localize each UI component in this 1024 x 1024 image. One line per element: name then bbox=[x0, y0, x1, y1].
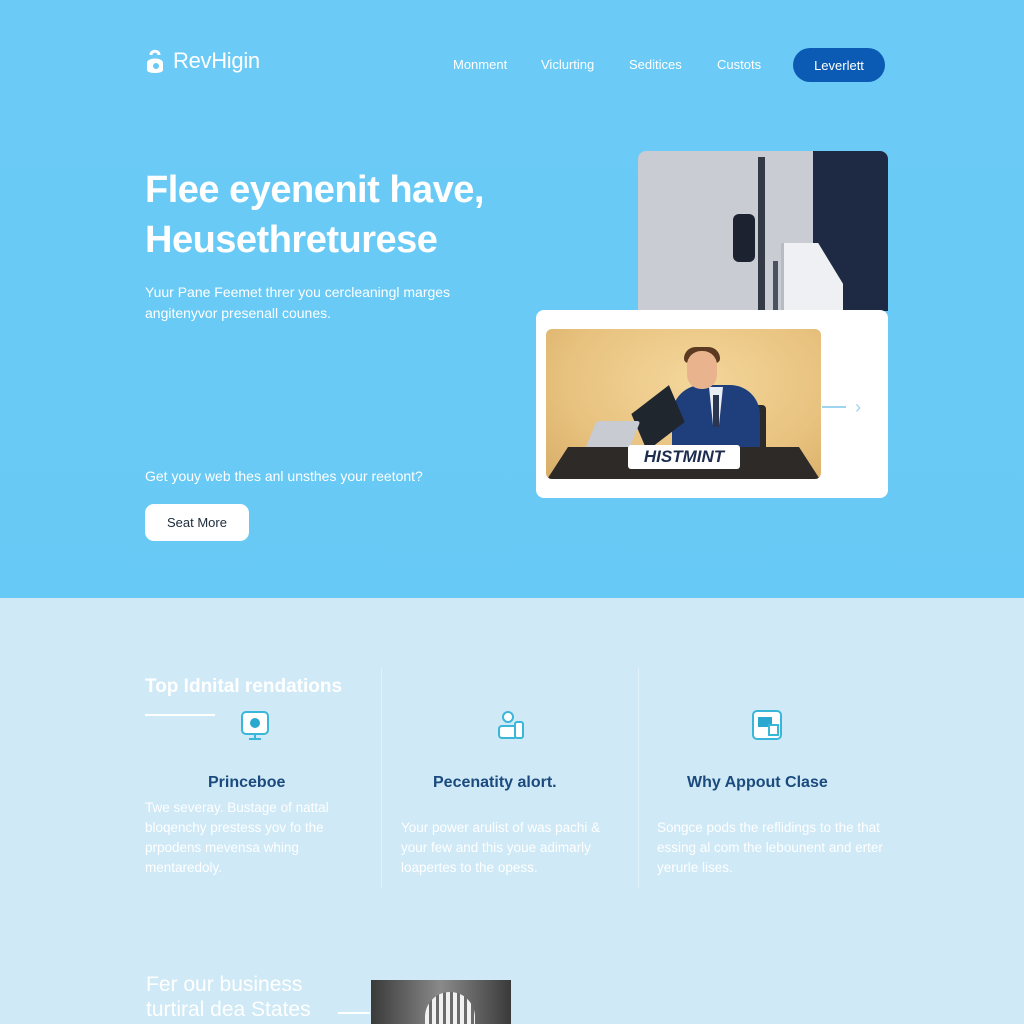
hero-question: Get youy web thes anl unsthes your reeto… bbox=[145, 468, 423, 484]
bottom-title-line-2: turtiral dea States bbox=[146, 998, 311, 1021]
nav-link-4[interactable]: Custots bbox=[717, 57, 761, 72]
brand[interactable]: RevHigin bbox=[144, 46, 260, 76]
carousel-arrow-line bbox=[822, 406, 846, 408]
hero-subtitle: Yuur Pane Feemet threr you cercleaningl … bbox=[145, 284, 451, 321]
hero-title-line-1: Flee eyenenit have, bbox=[145, 169, 485, 211]
bottom-title-dash bbox=[338, 1012, 370, 1014]
brand-name: RevHigin bbox=[173, 48, 260, 73]
image-pole-secondary bbox=[773, 261, 778, 311]
hero-device-image bbox=[638, 151, 888, 311]
image-pole bbox=[758, 157, 765, 311]
column-divider bbox=[638, 668, 639, 888]
features-section: Top Idnital rendations Princeboe Pecenat… bbox=[0, 598, 1024, 1024]
hero-title: Flee eyenenit have, Heusethreturese bbox=[145, 165, 485, 265]
people-icon bbox=[498, 711, 524, 739]
bottom-title-line-1: Fer our business bbox=[146, 973, 303, 996]
hero-section: RevHigin Monment Viclurting Seditices Cu… bbox=[0, 0, 1024, 598]
nav-link-2[interactable]: Viclurting bbox=[541, 57, 594, 72]
feature-body-1: Twe severay. Bustage of nattal bloqenchy… bbox=[145, 800, 329, 875]
capitol-building-photo bbox=[371, 980, 511, 1024]
nav-cta-button[interactable]: Leverlett bbox=[793, 48, 885, 82]
businessman-photo: HISTMINT bbox=[546, 329, 821, 479]
features-title-underline bbox=[145, 714, 215, 716]
chevron-right-icon[interactable]: › bbox=[855, 398, 861, 416]
column-divider bbox=[381, 668, 382, 888]
capitol-dome bbox=[425, 992, 475, 1024]
photo-name-sign: HISTMINT bbox=[628, 445, 740, 469]
brand-logo-icon bbox=[147, 49, 163, 73]
feature-heading-2: Pecenatity alort. bbox=[433, 774, 557, 791]
feature-heading-3: Why Appout Clase bbox=[687, 774, 828, 791]
bottom-section-title: Fer our business turtiral dea States bbox=[146, 972, 311, 1022]
camera-device bbox=[733, 214, 755, 262]
photo-tie bbox=[713, 395, 719, 427]
monitor-icon bbox=[241, 711, 269, 740]
nav-link-1[interactable]: Monment bbox=[453, 57, 507, 72]
feature-heading-1: Princeboe bbox=[208, 774, 286, 791]
nav-link-3[interactable]: Seditices bbox=[629, 57, 682, 72]
feature-body-2: Your power arulist of was pachi & your f… bbox=[401, 820, 601, 875]
see-more-button[interactable]: Seat More bbox=[145, 504, 249, 541]
window-icon bbox=[752, 710, 782, 740]
feature-body-3: Songce pods the reflidings to the that e… bbox=[657, 820, 883, 875]
photo-head bbox=[687, 351, 717, 389]
hero-title-line-2: Heusethreturese bbox=[145, 219, 438, 261]
features-title: Top Idnital rendations bbox=[145, 676, 343, 697]
hero-photo-card: HISTMINT bbox=[536, 310, 888, 498]
